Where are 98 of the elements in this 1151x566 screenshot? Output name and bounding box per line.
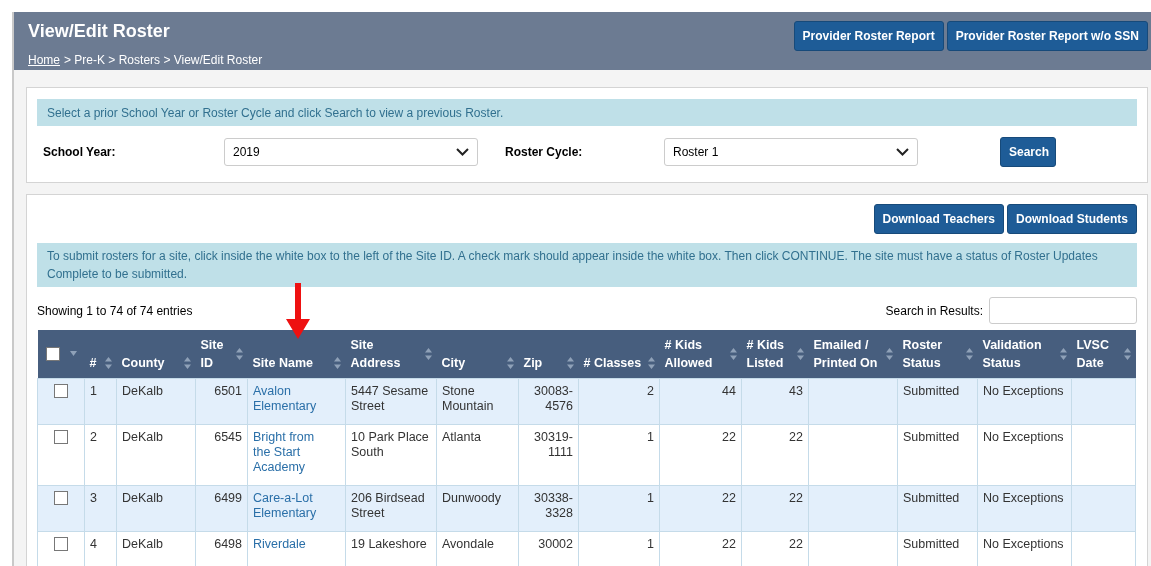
column-header[interactable]: # Kids Listed <box>741 330 809 378</box>
table-cell-text: DeKalb <box>122 490 164 506</box>
table-cell-text: 1 <box>646 429 654 445</box>
column-header[interactable]: # <box>84 330 117 378</box>
table-cell-text: Submitted <box>903 383 961 399</box>
table-cell-text: Atlanta <box>442 429 482 445</box>
table-cell-text: 30338-3328 <box>533 490 573 521</box>
info-message: To submit rosters for a site, click inside the white box to the left of the Site ID. A check mark should appear inside the white box. Then click CONTINUE. The site must have a status of Roster Updates Complete to be submitted. <box>37 243 1137 287</box>
table-cell-text: 22 <box>721 490 736 506</box>
table-cell-text: 6499 <box>213 490 242 506</box>
table-cell-text: 19 Lakeshore <box>351 536 428 552</box>
column-header[interactable]: LVSC Date <box>1071 330 1136 378</box>
table-cell-text: DeKalb <box>122 383 164 399</box>
checkbox[interactable] <box>54 429 68 444</box>
sort-icon <box>796 347 804 360</box>
table-cell-text: 6545 <box>213 429 242 445</box>
breadcrumb-link[interactable]: Home <box>28 51 60 69</box>
table-cell-text: 22 <box>788 490 803 506</box>
column-header[interactable]: Roster Status <box>897 330 978 378</box>
field-label: Roster Cycle: <box>504 144 584 161</box>
table-cell-text: 6501 <box>213 383 242 399</box>
sort-icon <box>333 356 341 369</box>
table-cell-text: Submitted <box>903 490 961 506</box>
table-cell-text: 22 <box>721 536 736 552</box>
table-cell-text: 30002 <box>537 536 573 552</box>
column-header[interactable]: Emailed / Printed On <box>808 330 898 378</box>
page-title: View/Edit Roster <box>28 20 171 42</box>
table-cell-text: 1 <box>646 490 654 506</box>
table-cell-text: 4 <box>90 536 98 552</box>
search-button[interactable]: Search <box>1000 137 1056 167</box>
table-cell-text: 2 <box>90 429 98 445</box>
table-cell-text: 22 <box>788 429 803 445</box>
checkbox[interactable] <box>54 536 68 551</box>
table-cell-text: Stone Mountain <box>442 383 495 414</box>
table-cell-text: Avondale <box>442 536 495 552</box>
checkbox[interactable] <box>54 490 68 505</box>
column-header[interactable]: Validation Status <box>977 330 1072 378</box>
column-header[interactable]: City <box>436 330 519 378</box>
column-header[interactable]: # Classes <box>578 330 660 378</box>
report-button[interactable]: Provider Roster Report w/o SSN <box>946 21 1148 51</box>
table-cell-text: 206 Birdsead Street <box>351 490 426 521</box>
table-cell-text: 22 <box>788 536 803 552</box>
sort-icon <box>566 356 574 369</box>
sort-icon <box>647 356 655 369</box>
search-field[interactable] <box>989 297 1137 324</box>
caret-down-icon <box>69 351 77 357</box>
sort-icon <box>1059 347 1067 360</box>
table-cell-text: Submitted <box>903 429 961 445</box>
table-cell-text: 22 <box>721 429 736 445</box>
download-button[interactable]: Download Students <box>1007 204 1137 234</box>
column-header[interactable]: Site ID <box>195 330 248 378</box>
table-cell-text: DeKalb <box>122 429 164 445</box>
column-header[interactable]: Site Name <box>247 330 346 378</box>
column-header[interactable]: Site Address <box>345 330 437 378</box>
column-header[interactable]: # Kids Allowed <box>659 330 742 378</box>
field-label: School Year: <box>42 144 117 161</box>
table-cell-text: No Exceptions <box>983 383 1065 399</box>
sort-icon <box>729 347 737 360</box>
table-cell-text: Dunwoody <box>442 490 503 506</box>
table-cell-text: 3 <box>90 490 98 506</box>
table-cell-text: No Exceptions <box>983 429 1065 445</box>
search-label: Search in Results: <box>885 302 983 320</box>
annotation-arrow <box>285 283 311 339</box>
sort-icon <box>885 347 893 360</box>
sort-icon <box>424 347 432 360</box>
table-cell-text: 43 <box>788 383 803 399</box>
table-cell-text: 10 Park Place South <box>351 429 430 460</box>
table-cell-text: 44 <box>721 383 736 399</box>
info-message: Select a prior School Year or Roster Cycle and click Search to view a previous Roster. <box>37 99 1137 126</box>
sort-icon <box>965 347 973 360</box>
table-cell-text: DeKalb <box>122 536 164 552</box>
table-cell-text: 6498 <box>213 536 242 552</box>
table-cell-text: No Exceptions <box>983 490 1065 506</box>
chevron-down-icon <box>456 148 469 156</box>
table-cell-text: 5447 Sesame Street <box>351 383 430 414</box>
checkbox[interactable] <box>54 383 68 398</box>
table-cell-text: Submitted <box>903 536 961 552</box>
column-header[interactable]: County <box>116 330 196 378</box>
report-button[interactable]: Provider Roster Report <box>793 21 944 51</box>
table-cell-text: 30319-1111 <box>533 429 573 460</box>
table-cell-text: 30083-4576 <box>533 383 573 414</box>
sort-icon <box>104 356 112 369</box>
sort-icon <box>1123 347 1131 360</box>
table-cell-text: 1 <box>646 536 654 552</box>
chevron-down-icon <box>896 148 909 156</box>
sort-icon <box>506 356 514 369</box>
column-header[interactable]: Zip <box>518 330 579 378</box>
entries-count: Showing 1 to 74 of 74 entries <box>37 302 193 320</box>
school-year-select[interactable]: 2019 <box>224 138 478 166</box>
table-cell-text: No Exceptions <box>983 536 1065 552</box>
table-cell-text: 1 <box>90 383 98 399</box>
breadcrumb-text: > Pre-K > Rosters > View/Edit Roster <box>64 52 263 69</box>
sort-icon <box>183 356 191 369</box>
roster-cycle-select[interactable]: Roster 1 <box>664 138 918 166</box>
download-button[interactable]: Download Teachers <box>873 204 1004 234</box>
sort-icon <box>235 347 243 360</box>
table-cell-text: 2 <box>646 383 654 399</box>
checkbox[interactable] <box>45 346 60 361</box>
